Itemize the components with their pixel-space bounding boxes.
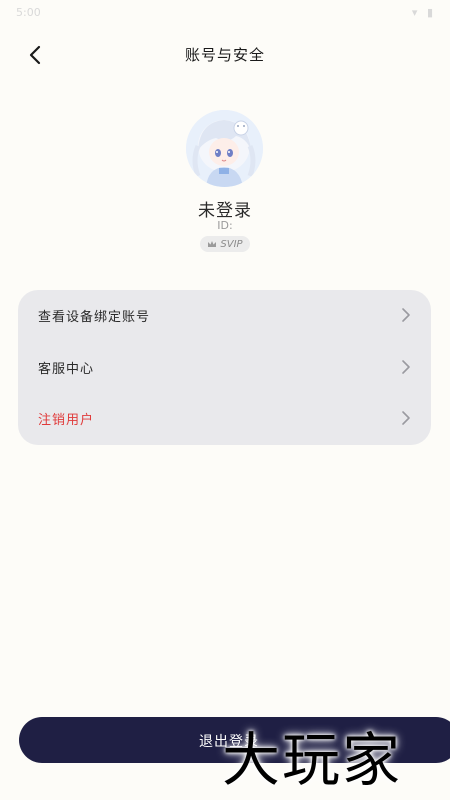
chevron-right-icon [402,411,410,425]
menu-item-label: 注销用户 [38,413,95,428]
chevron-right-icon [402,308,410,322]
menu-item-customer-service[interactable]: 客服中心 [18,342,431,393]
status-bar: 5:00 ▾ ▮ [0,0,450,30]
vip-badge: SVIP [200,236,250,252]
status-time: 5:00 [16,6,41,19]
menu-item-delete-account[interactable]: 注销用户 [18,393,431,444]
logout-label: 退出登录 [199,734,259,750]
user-id-label: ID: [217,219,233,232]
status-icons: ▾ ▮ [411,6,436,19]
chevron-right-icon [402,360,410,374]
menu-item-label: 客服中心 [38,362,95,377]
menu-item-device-accounts[interactable]: 查看设备绑定账号 [18,290,431,341]
page-title: 账号与安全 [184,46,265,64]
avatar[interactable] [186,110,263,187]
vip-badge-label: SVIP [220,238,243,250]
menu-item-label: 查看设备绑定账号 [38,310,151,325]
user-name: 未登录 [198,201,252,221]
user-id: ID: [0,219,450,232]
anime-girl-avatar-icon [186,110,263,187]
nav-bar: 账号与安全 [0,36,450,74]
settings-menu: 查看设备绑定账号 客服中心 注销用户 [18,290,431,445]
crown-icon [208,241,217,247]
logout-button[interactable]: 退出登录 [19,717,450,763]
